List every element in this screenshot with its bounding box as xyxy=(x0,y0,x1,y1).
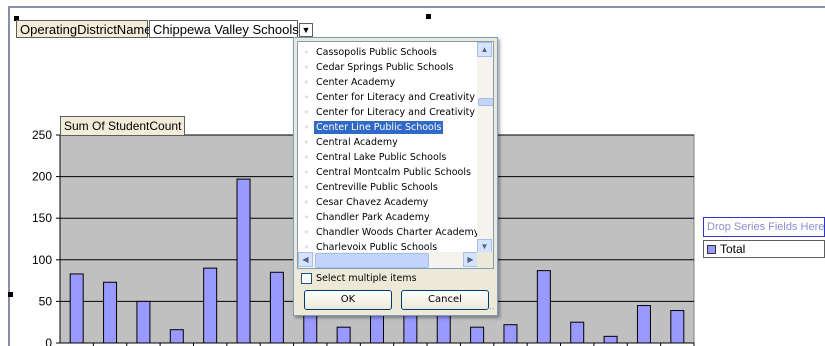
list-items-container: ◦ Cassopolis Public Schools ◦ Cedar Springs… xyxy=(298,45,483,268)
tree-node-icon: ◦ xyxy=(304,243,309,252)
bar xyxy=(269,271,284,344)
chevron-down-icon[interactable]: ▼ xyxy=(299,23,313,37)
select-multiple-checkbox[interactable] xyxy=(301,273,312,284)
tree-node-icon: ◦ xyxy=(304,123,309,132)
list-item[interactable]: ◦ Center Line Public Schools xyxy=(298,120,478,135)
scrollbar-corner xyxy=(477,252,493,268)
list-item[interactable]: ◦ Center Academy xyxy=(298,75,478,90)
list-item-label: Center for Literacy and Creativity * xyxy=(316,107,483,118)
list-item-label: Chandler Park Academy xyxy=(316,212,430,223)
list-item-label: Center Line Public Schools xyxy=(314,121,444,134)
list-item-label: Central Academy xyxy=(316,137,398,148)
page-field-button[interactable]: OperatingDistrictName xyxy=(16,20,152,38)
cancel-button[interactable]: Cancel xyxy=(401,290,489,310)
tree-node-icon: ◦ xyxy=(304,228,309,237)
list-item[interactable]: ◦ Center for Literacy and Creativity * xyxy=(298,105,483,120)
list-item[interactable]: ◦ Central Academy xyxy=(298,135,478,150)
bar xyxy=(169,329,184,344)
bar xyxy=(370,313,384,344)
list-item-label: Central Montcalm Public Schools xyxy=(316,167,471,178)
bar xyxy=(670,310,685,344)
list-item-label: Central Lake Public Schools xyxy=(316,152,447,163)
bar xyxy=(103,281,118,344)
page-field-value[interactable]: Chippewa Valley Schools xyxy=(149,20,299,38)
tree-node-icon: ◦ xyxy=(304,48,309,57)
bar xyxy=(503,324,518,344)
data-field-button[interactable]: Sum Of StudentCount xyxy=(60,116,186,136)
field-items-list[interactable]: ◦ Cassopolis Public Schools ◦ Cedar Springs… xyxy=(297,41,494,269)
list-item[interactable]: ◦ Center for Literacy and Creativity xyxy=(298,90,478,105)
y-tick-label: 200 xyxy=(32,170,52,184)
bar xyxy=(636,305,651,344)
list-item-label: Cesar Chavez Academy xyxy=(316,197,429,208)
bar xyxy=(136,300,151,344)
bar xyxy=(570,321,585,344)
tree-node-icon: ◦ xyxy=(304,168,309,177)
list-item[interactable]: ◦ Cassopolis Public Schools xyxy=(298,45,478,60)
bar xyxy=(336,326,351,344)
list-item[interactable]: ◦ Central Montcalm Public Schools xyxy=(298,165,478,180)
field-filter-dropdown[interactable]: ◦ Cassopolis Public Schools ◦ Cedar Springs… xyxy=(293,37,498,316)
list-item[interactable]: ◦ Chandler Woods Charter Academy xyxy=(298,225,480,240)
tree-node-icon: ◦ xyxy=(304,93,309,102)
select-multiple-label[interactable]: Select multiple items xyxy=(316,273,417,284)
legend-swatch-icon xyxy=(707,245,716,255)
list-item[interactable]: ◦ Cesar Chavez Academy xyxy=(298,195,478,210)
y-tick-label: 250 xyxy=(32,128,52,142)
tree-node-icon: ◦ xyxy=(304,153,309,162)
select-multiple-row[interactable]: Select multiple items xyxy=(301,272,417,286)
list-item-label: Center Academy xyxy=(316,77,396,88)
list-item-label: Cassopolis Public Schools xyxy=(316,47,437,58)
y-tick-label: 50 xyxy=(39,294,53,308)
bar xyxy=(236,178,251,344)
tree-node-icon: ◦ xyxy=(304,198,309,207)
series-drop-zone[interactable]: Drop Series Fields Here xyxy=(703,217,825,237)
tree-node-icon: ◦ xyxy=(304,78,309,87)
bar xyxy=(203,267,218,344)
horizontal-scroll-thumb[interactable] xyxy=(315,253,429,268)
bar xyxy=(470,326,485,344)
horizontal-scrollbar[interactable]: ◀ ▶ xyxy=(298,252,478,268)
scroll-right-icon[interactable]: ▶ xyxy=(463,252,478,267)
list-item[interactable]: ◦ Central Lake Public Schools xyxy=(298,150,478,165)
bar xyxy=(603,335,618,344)
tree-node-icon: ◦ xyxy=(304,183,309,192)
y-tick-label: 100 xyxy=(32,253,52,267)
tree-node-icon: ◦ xyxy=(304,138,309,147)
list-item-label: Centreville Public Schools xyxy=(316,182,438,193)
y-tick-label: 0 xyxy=(45,336,52,346)
scroll-left-icon[interactable]: ◀ xyxy=(298,252,313,267)
tree-node-icon: ◦ xyxy=(304,108,309,117)
bar xyxy=(536,270,551,344)
list-item[interactable]: ◦ Cedar Springs Public Schools xyxy=(298,60,478,75)
resize-grip-icon[interactable]: ⋯ xyxy=(486,304,495,313)
vertical-scroll-thumb[interactable] xyxy=(478,98,493,106)
list-item[interactable]: ◦ Centreville Public Schools xyxy=(298,180,478,195)
list-item-label: Center for Literacy and Creativity xyxy=(316,92,476,103)
legend-label: Total xyxy=(720,242,746,256)
vertical-scrollbar[interactable]: ▲ ▼ xyxy=(477,42,493,254)
list-item[interactable]: ◦ Chandler Park Academy xyxy=(298,210,478,225)
y-tick-label: 150 xyxy=(32,211,52,225)
tree-node-icon: ◦ xyxy=(304,63,309,72)
legend: Total xyxy=(703,240,825,258)
bar xyxy=(69,273,84,344)
list-item-label: Chandler Woods Charter Academy xyxy=(316,227,480,238)
list-item-label: Cedar Springs Public Schools xyxy=(316,62,454,73)
tree-node-icon: ◦ xyxy=(304,213,309,222)
scroll-up-icon[interactable]: ▲ xyxy=(477,42,492,57)
ok-button[interactable]: OK xyxy=(304,290,392,310)
